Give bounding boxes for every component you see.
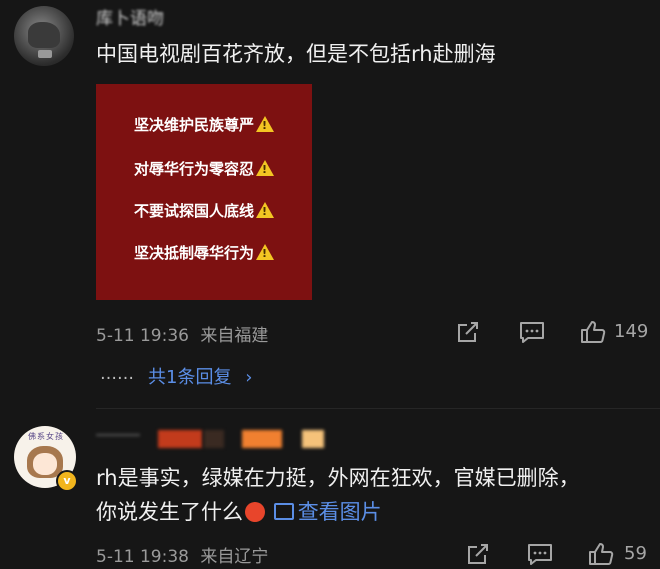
warning-icon — [256, 202, 274, 218]
comment-location: 来自福建 — [200, 326, 269, 346]
image-line: 坚决维护民族尊严 — [96, 114, 312, 135]
comment-image[interactable]: 坚决维护民族尊严 对辱华行为零容忍 不要试探国人底线 坚决抵制辱华行为 — [96, 84, 312, 300]
view-image-label: 查看图片 — [297, 500, 382, 524]
like-count: 149 — [614, 321, 649, 342]
chevron-right-icon: › — [245, 367, 253, 388]
comment-meta: 5-11 19:38 来自辽宁 — [96, 542, 268, 567]
warning-icon — [256, 116, 274, 132]
verified-badge: v — [56, 470, 78, 492]
comment-text: rh是事实，绿媒在力挺，外网在狂欢，官媒已删除， — [96, 466, 580, 490]
comment-date: 5-11 19:36 — [96, 326, 189, 346]
image-line: 坚决抵制辱华行为 — [96, 242, 312, 263]
comment-icon[interactable] — [527, 543, 553, 567]
like-icon[interactable] — [580, 320, 606, 344]
share-icon[interactable] — [456, 322, 480, 344]
comment-text: 你说发生了什么 — [96, 500, 243, 524]
divider — [96, 408, 660, 409]
avatar-tag — [38, 50, 52, 58]
image-icon — [273, 503, 294, 520]
warning-icon — [256, 160, 274, 176]
comment-text: 中国电视剧百花齐放，但是不包括rh赴删海 — [96, 42, 496, 66]
avatar-text: 佛系女孩 — [28, 432, 64, 441]
share-icon[interactable] — [466, 544, 490, 566]
view-image-link[interactable]: 查看图片 — [273, 500, 382, 524]
image-line: 对辱华行为零容忍 — [96, 158, 312, 179]
comment-location: 来自辽宁 — [200, 547, 269, 567]
comment-meta: 5-11 19:36 来自福建 — [96, 321, 268, 346]
comment-date: 5-11 19:38 — [96, 547, 189, 567]
view-replies-link[interactable]: 共1条回复 › — [148, 363, 252, 389]
avatar-figure — [28, 22, 60, 48]
reply-ellipsis: …… — [100, 364, 134, 384]
angry-emoji-icon — [245, 502, 265, 522]
warning-icon — [256, 244, 274, 260]
image-line: 不要试探国人底线 — [96, 200, 312, 221]
like-icon[interactable] — [588, 542, 614, 566]
comment-text-line2: 你说发生了什么 查看图片 — [96, 496, 382, 526]
comment-icon[interactable] — [519, 321, 545, 345]
avatar-face — [33, 453, 57, 475]
like-count: 59 — [624, 543, 647, 564]
username-redacted[interactable] — [96, 428, 336, 450]
avatar[interactable] — [14, 6, 74, 66]
reply-count-label: 共1条回复 — [148, 367, 232, 388]
username[interactable]: 库卜语吻 — [96, 4, 186, 26]
